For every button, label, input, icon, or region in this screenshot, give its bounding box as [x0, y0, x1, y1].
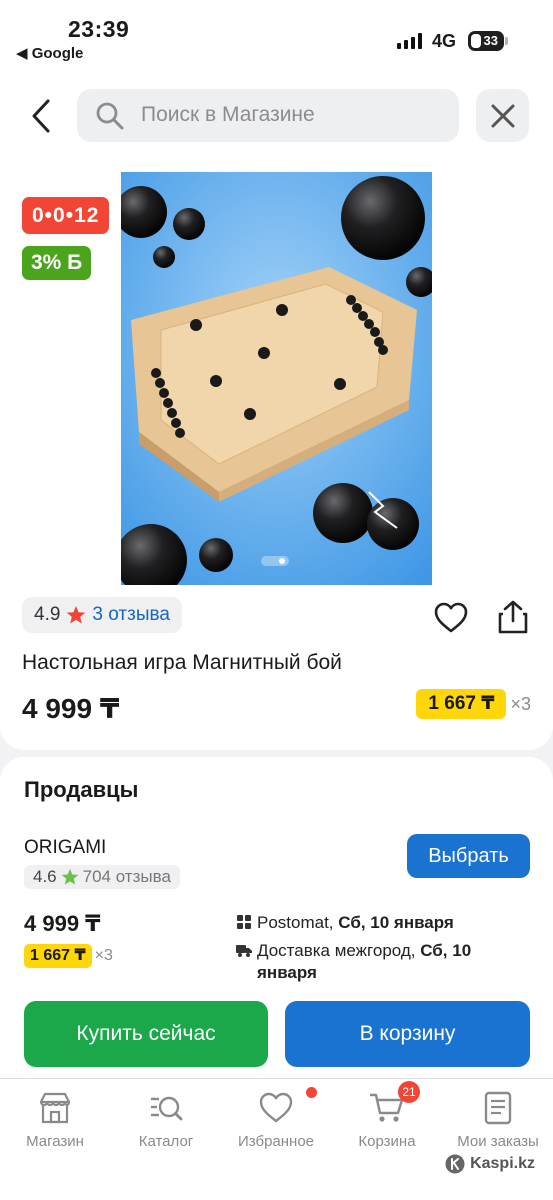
search-icon [96, 102, 124, 130]
share-icon[interactable] [496, 599, 530, 635]
nav-item-store[interactable]: Магазин [0, 1091, 110, 1150]
heart-icon [259, 1092, 293, 1123]
nav-label-orders: Мои заказы [457, 1133, 539, 1150]
nav-label-catalog: Каталог [138, 1133, 194, 1150]
seller-reviews: 704 отзыва [82, 867, 171, 886]
seller-installment-price: 1 667 ₸ [24, 944, 92, 968]
installment-multiplier: ×3 [510, 693, 531, 714]
installment-info: 1 667 ₸ ×3 [416, 689, 531, 719]
battery-tip [505, 37, 508, 45]
signal-icon [397, 33, 422, 49]
cart-count-badge: 21 [398, 1081, 420, 1103]
watermark-text: Kaspi.kz [470, 1155, 535, 1172]
chevron-left-icon [32, 99, 50, 133]
seller-installment-multiplier: ×3 [94, 947, 113, 964]
timer-badge: 0•0•12 [22, 197, 110, 234]
favorites-dot [306, 1087, 317, 1098]
cart-icon-wrap: 21 [369, 1081, 420, 1125]
seller-name[interactable]: ORIGAMI [24, 837, 106, 859]
kaspi-watermark: Kaspi.kz [445, 1154, 535, 1174]
status-bar: 23:39 ◀ Google 4G 33 [0, 0, 553, 66]
battery-level: 33 [483, 33, 498, 48]
postomat-icon [237, 915, 251, 929]
delivery-postomat-label: Postomat, [257, 913, 339, 932]
close-button[interactable] [476, 89, 529, 142]
seller-installment: 1 667 ₸ ×3 [24, 944, 113, 968]
reviews-link[interactable]: 3 отзыва [92, 604, 170, 626]
delivery-intercity: Доставка межгород, Сб, 10 января [236, 940, 486, 984]
nav-item-cart[interactable]: 21 Корзина [332, 1081, 442, 1150]
nav-item-orders[interactable]: Мои заказы [443, 1091, 553, 1150]
delivery-postomat: Postomat, Сб, 10 января [236, 912, 486, 934]
delivery-postomat-date: Сб, 10 января [338, 913, 454, 932]
store-icon [39, 1092, 71, 1124]
truck-icon [236, 945, 252, 957]
product-photo [121, 172, 432, 585]
installment-price: 1 667 ₸ [416, 689, 507, 719]
seller-rating[interactable]: 4.6 704 отзыва [24, 865, 180, 889]
delivery-intercity-label: Доставка межгород, [257, 941, 421, 960]
choose-seller-button[interactable]: Выбрать [407, 834, 530, 878]
bonus-badge: 3% Б [22, 246, 92, 280]
network-type: 4G [432, 31, 457, 51]
bottom-nav: Магазин Каталог Избранное 21 Корзина Мои… [0, 1078, 553, 1200]
nav-label-store: Магазин [26, 1133, 84, 1150]
close-icon [491, 104, 514, 127]
catalog-icon [151, 1096, 183, 1121]
nav-label-favorites: Избранное [237, 1133, 315, 1150]
star-icon [67, 606, 86, 624]
battery-icon: 33 [468, 31, 504, 51]
heart-icon[interactable] [434, 602, 468, 634]
product-card: 0•0•12 3% Б 4.9 3 отзыва Настольная игра… [0, 66, 553, 750]
status-time: 23:39 [68, 16, 130, 42]
product-image[interactable] [121, 172, 432, 585]
product-title: Настольная игра Магнитный бой [22, 651, 342, 674]
nav-item-catalog[interactable]: Каталог [111, 1091, 221, 1150]
heart-icon-wrap [259, 1087, 317, 1125]
back-to-app-link[interactable]: ◀ Google [16, 44, 83, 62]
add-to-cart-button[interactable]: В корзину [285, 1001, 530, 1067]
sellers-heading: Продавцы [24, 777, 139, 802]
search-input[interactable] [141, 103, 441, 127]
rating-pill[interactable]: 4.9 3 отзыва [22, 597, 182, 633]
buy-now-button[interactable]: Купить сейчас [24, 1001, 268, 1067]
search-box[interactable] [77, 89, 459, 142]
sellers-card: Продавцы ORIGAMI 4.6 704 отзыва Выбрать … [0, 757, 553, 1087]
orders-icon [484, 1091, 512, 1125]
rating-value: 4.9 [34, 604, 61, 625]
back-button[interactable] [22, 94, 60, 138]
product-price: 4 999 ₸ [22, 693, 120, 724]
seller-rating-value: 4.6 [33, 867, 57, 886]
seller-price: 4 999 ₸ [24, 911, 101, 936]
nav-label-cart: Корзина [358, 1133, 416, 1150]
kaspi-logo-icon [445, 1154, 465, 1174]
nav-item-favorites[interactable]: Избранное [221, 1087, 331, 1150]
star-icon [61, 868, 79, 885]
